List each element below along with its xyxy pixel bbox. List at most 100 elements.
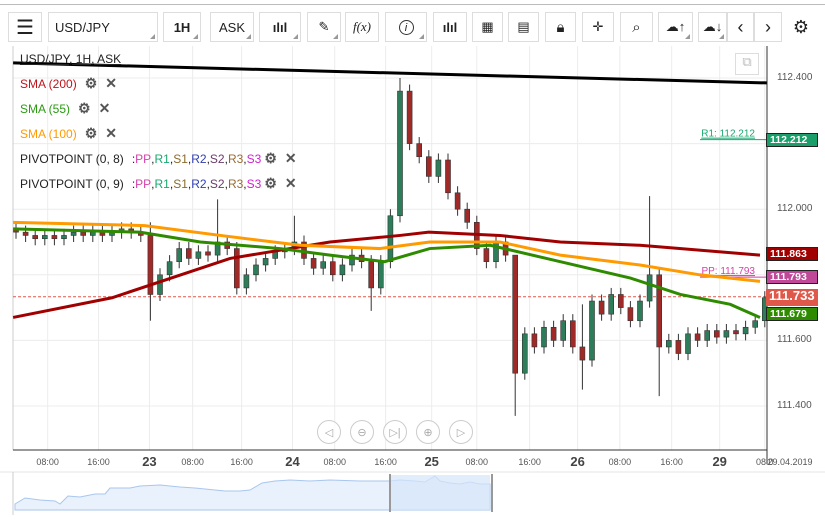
zoom-button[interactable]: ⌕	[620, 12, 653, 42]
chart-type-button[interactable]: ılıl	[259, 12, 301, 42]
crosshair-icon: ✛	[592, 19, 604, 34]
pivot-part: R2	[191, 176, 207, 191]
candle	[397, 90, 403, 217]
pivot-part: S2	[209, 151, 225, 166]
candle	[627, 307, 634, 322]
pivot-part: R1	[154, 151, 170, 166]
time-tick-label: 08:00	[181, 457, 204, 467]
gear-icon[interactable]: ⚙	[85, 75, 98, 92]
time-tick-label: 25	[424, 454, 439, 469]
candle	[454, 192, 461, 210]
pivot-part: R2	[191, 151, 207, 166]
candle	[262, 258, 269, 266]
candle	[205, 251, 211, 256]
calendar-icon: ▦	[481, 19, 494, 34]
report-button[interactable]: ▤	[508, 12, 539, 42]
settings-button[interactable]: ⚙	[786, 12, 816, 42]
close-icon[interactable]: ✕	[105, 75, 117, 92]
sma-label: SMA (200)	[20, 76, 77, 91]
bar-volume-icon: ılıl	[442, 19, 458, 35]
upload-icon: ☁↑	[665, 19, 686, 34]
candle	[675, 340, 682, 354]
gear-icon[interactable]: ⚙	[78, 100, 91, 117]
gear-icon[interactable]: ⚙	[264, 150, 277, 167]
candle	[234, 248, 240, 289]
time-tick-label: 08:00	[36, 457, 59, 467]
gear-icon[interactable]: ⚙	[85, 125, 98, 142]
time-tick-label: 16:00	[518, 457, 541, 467]
price-type-select[interactable]: ASK	[210, 12, 254, 42]
scroll-right-button[interactable]: ▷	[449, 420, 473, 444]
candle	[589, 300, 595, 361]
candle	[723, 330, 730, 338]
symbol-select[interactable]: USD/JPY	[48, 12, 158, 42]
candle	[186, 248, 192, 259]
volume-button[interactable]: ılıl	[433, 12, 467, 42]
time-tick-label: 29	[712, 454, 727, 469]
candle	[339, 264, 346, 276]
menu-button[interactable]: ☰	[8, 12, 42, 42]
pivot-label: R1: 112.212	[701, 129, 755, 140]
lock-icon: 🔒︎	[556, 18, 565, 36]
time-tick-label: 26	[570, 454, 585, 469]
price-tag: 111.733	[766, 288, 818, 306]
candle	[329, 261, 336, 276]
lock-button[interactable]: 🔒︎	[545, 12, 576, 42]
close-icon[interactable]: ✕	[99, 100, 111, 117]
popout-button[interactable]: ⧉	[735, 53, 759, 75]
calendar-button[interactable]: ▦	[472, 12, 503, 42]
info-icon: i	[398, 19, 414, 35]
navigator[interactable]	[0, 470, 825, 515]
candle	[550, 326, 557, 341]
pivot-label: PIVOTPOINT (0, 9)	[20, 176, 124, 191]
price-chart[interactable]: R1: 112.212PP: 111.793	[0, 44, 825, 514]
price-tag: 112.212	[766, 132, 818, 147]
time-tick-label: 08:00	[608, 457, 632, 467]
navigator-window[interactable]	[390, 475, 490, 510]
candle	[541, 326, 547, 348]
candle	[253, 264, 259, 276]
function-icon: f(x)	[352, 19, 372, 34]
indicators-button[interactable]: f(x)	[345, 12, 379, 42]
gear-icon[interactable]: ⚙	[264, 175, 277, 192]
candle	[694, 333, 701, 341]
candle	[425, 156, 432, 177]
candle	[598, 300, 605, 315]
candle	[704, 330, 711, 341]
close-icon[interactable]: ✕	[105, 125, 117, 142]
trend-line	[13, 61, 767, 85]
download-button[interactable]: ☁↓	[698, 12, 727, 42]
pivot-part: S1	[173, 176, 188, 191]
scroll-left-button[interactable]: ◁	[317, 420, 341, 444]
price-type-value: ASK	[218, 19, 245, 35]
info-button[interactable]: i	[385, 12, 427, 42]
chevron-right-icon: ›	[765, 16, 771, 37]
chevron-left-icon: ‹	[737, 16, 744, 37]
legend-title: USD/JPY, 1H, ASK	[20, 52, 122, 66]
candle	[80, 231, 86, 236]
draw-button[interactable]: ✎	[307, 12, 341, 42]
upload-button[interactable]: ☁↑	[658, 12, 693, 42]
candle	[41, 235, 48, 240]
interval-select[interactable]: 1H	[163, 12, 201, 42]
candle	[176, 248, 182, 262]
price-tick-label: 112.000	[777, 203, 813, 215]
candle	[310, 258, 317, 269]
gear-icon: ⚙	[792, 16, 810, 37]
candle	[685, 333, 691, 354]
next-button[interactable]: ›	[754, 12, 782, 42]
time-tick-label: 16:00	[87, 457, 110, 467]
price-tag: 111.793	[766, 270, 818, 285]
zoom-in-button[interactable]: ⊕	[416, 420, 440, 444]
pencil-icon: ✎	[318, 19, 330, 34]
prev-button[interactable]: ‹	[727, 12, 754, 42]
candle	[521, 333, 528, 374]
close-icon[interactable]: ✕	[285, 175, 297, 192]
candle	[32, 235, 39, 240]
candle	[579, 346, 586, 361]
close-icon[interactable]: ✕	[285, 150, 297, 167]
time-tick-label: 08:00	[323, 457, 346, 467]
scroll-end-button[interactable]: ▷|	[383, 420, 407, 444]
zoom-out-button[interactable]: ⊖	[350, 420, 374, 444]
crosshair-button[interactable]: ✛	[582, 12, 614, 42]
